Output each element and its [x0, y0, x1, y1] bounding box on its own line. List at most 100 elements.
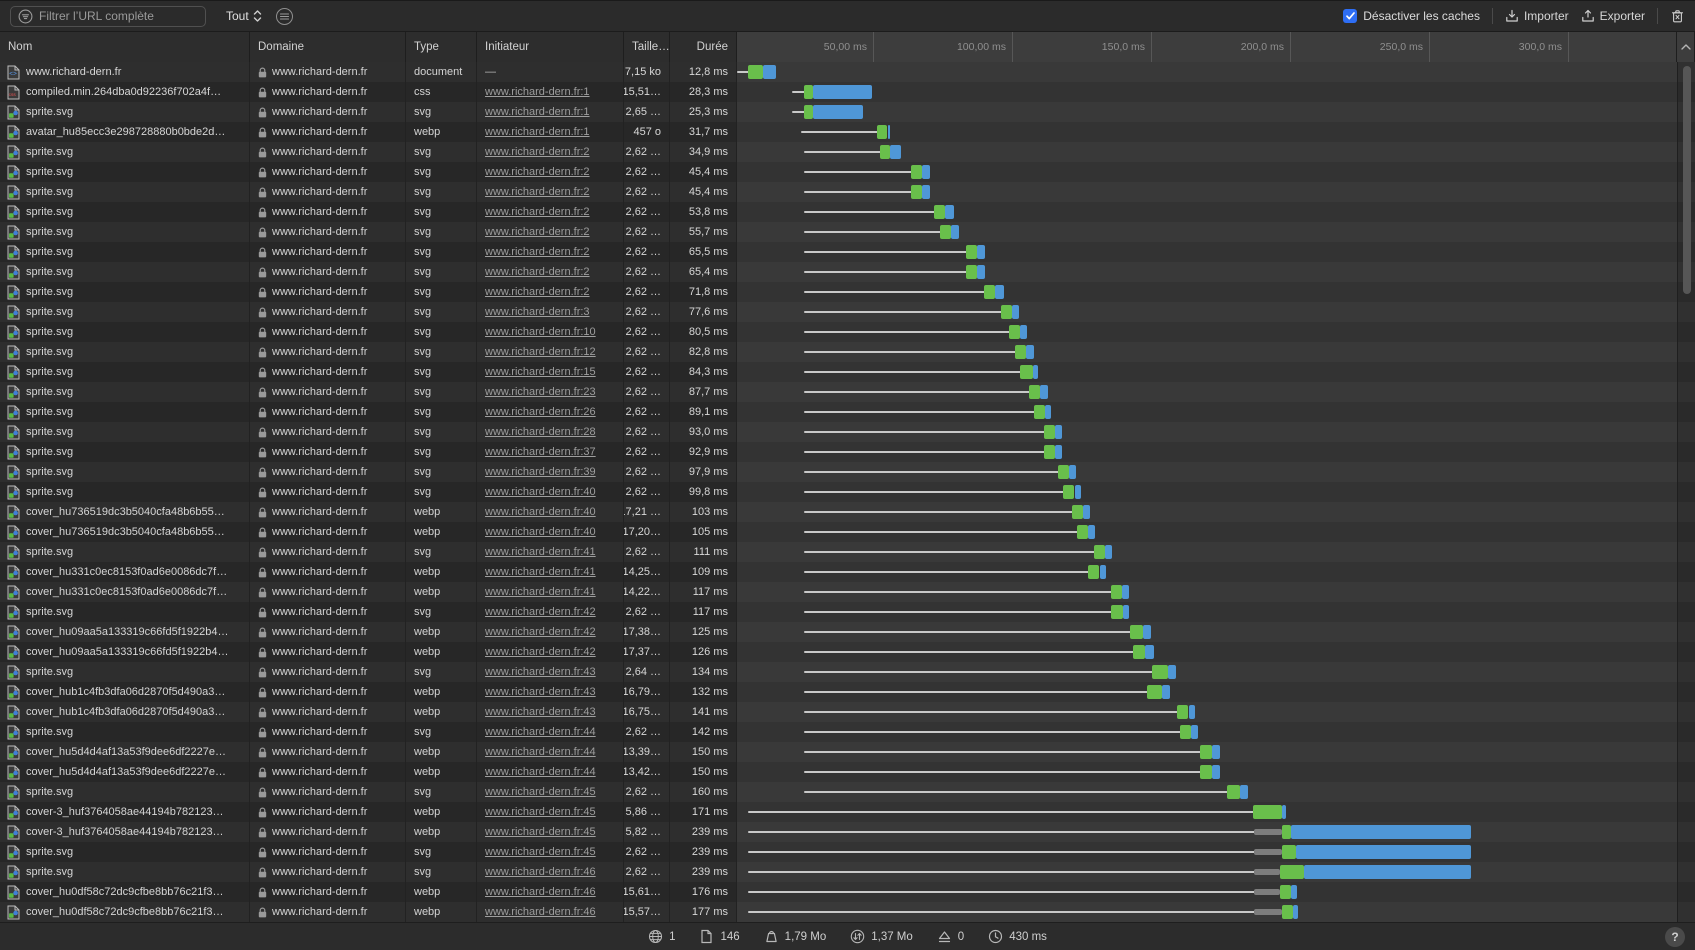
initiator-link[interactable]: www.richard-dern.fr:40	[485, 526, 596, 538]
table-row[interactable]: sprite.svgwww.richard-dern.frsvgwww.rich…	[0, 602, 1695, 622]
waterfall-cell[interactable]	[737, 602, 1677, 622]
scrollbar-track[interactable]	[1677, 822, 1695, 842]
waterfall-cell[interactable]	[737, 902, 1677, 922]
initiator-link[interactable]: www.richard-dern.fr:2	[485, 266, 590, 278]
waterfall-cell[interactable]	[737, 362, 1677, 382]
waterfall-cell[interactable]	[737, 442, 1677, 462]
initiator-link[interactable]: www.richard-dern.fr:2	[485, 146, 590, 158]
initiator-link[interactable]: www.richard-dern.fr:42	[485, 626, 596, 638]
initiator-link[interactable]: www.richard-dern.fr:45	[485, 806, 596, 818]
waterfall-cell[interactable]	[737, 162, 1677, 182]
waterfall-cell[interactable]	[737, 542, 1677, 562]
disable-caches-checkbox[interactable]	[1343, 9, 1357, 23]
table-row[interactable]: cover-3_huf3764058ae44194b782123…www.ric…	[0, 802, 1695, 822]
disable-caches-control[interactable]: Désactiver les caches	[1343, 9, 1480, 23]
resource-name-cell[interactable]: sprite.svg	[0, 482, 250, 502]
scrollbar-track[interactable]	[1677, 842, 1695, 862]
resource-name-cell[interactable]: sprite.svg	[0, 662, 250, 682]
initiator-link[interactable]: www.richard-dern.fr:43	[485, 686, 596, 698]
column-header-domaine[interactable]: Domaine	[250, 32, 406, 62]
waterfall-cell[interactable]	[737, 522, 1677, 542]
initiator-link[interactable]: www.richard-dern.fr:46	[485, 886, 596, 898]
scrollbar-track[interactable]	[1677, 762, 1695, 782]
scrollbar-track[interactable]	[1677, 662, 1695, 682]
table-row[interactable]: sprite.svgwww.richard-dern.frsvgwww.rich…	[0, 242, 1695, 262]
table-row[interactable]: sprite.svgwww.richard-dern.frsvgwww.rich…	[0, 782, 1695, 802]
table-row[interactable]: sprite.svgwww.richard-dern.frsvgwww.rich…	[0, 722, 1695, 742]
initiator-link[interactable]: www.richard-dern.fr:41	[485, 566, 596, 578]
table-row[interactable]: sprite.svgwww.richard-dern.frsvgwww.rich…	[0, 202, 1695, 222]
resource-name-cell[interactable]: cover_hu09aa5a133319c66fd5f1922b4…	[0, 622, 250, 642]
initiator-link[interactable]: www.richard-dern.fr:43	[485, 706, 596, 718]
table-row[interactable]: cover_hub1c4fb3dfa06d2870f5d490a3…www.ri…	[0, 702, 1695, 722]
scrollbar-track[interactable]	[1677, 742, 1695, 762]
resource-name-cell[interactable]: <>www.richard-dern.fr	[0, 62, 250, 82]
table-row[interactable]: sprite.svgwww.richard-dern.frsvgwww.rich…	[0, 542, 1695, 562]
scrollbar-track[interactable]	[1677, 682, 1695, 702]
table-row[interactable]: sprite.svgwww.richard-dern.frsvgwww.rich…	[0, 402, 1695, 422]
scrollbar-thumb[interactable]	[1683, 66, 1691, 294]
waterfall-cell[interactable]	[737, 262, 1677, 282]
url-filter-input[interactable]	[39, 9, 189, 23]
table-row[interactable]: sprite.svgwww.richard-dern.frsvgwww.rich…	[0, 102, 1695, 122]
initiator-link[interactable]: www.richard-dern.fr:41	[485, 586, 596, 598]
table-row[interactable]: sprite.svgwww.richard-dern.frsvgwww.rich…	[0, 342, 1695, 362]
initiator-link[interactable]: www.richard-dern.fr:10	[485, 326, 596, 338]
initiator-link[interactable]: www.richard-dern.fr:15	[485, 366, 596, 378]
resource-name-cell[interactable]: sprite.svg	[0, 202, 250, 222]
timeline-header[interactable]: 50,00 ms100,00 ms150,0 ms200,0 ms250,0 m…	[737, 32, 1677, 62]
waterfall-cell[interactable]	[737, 82, 1677, 102]
waterfall-cell[interactable]	[737, 642, 1677, 662]
waterfall-cell[interactable]	[737, 202, 1677, 222]
resource-name-cell[interactable]: sprite.svg	[0, 322, 250, 342]
initiator-link[interactable]: www.richard-dern.fr:23	[485, 386, 596, 398]
scrollbar-track[interactable]	[1677, 322, 1695, 342]
table-row[interactable]: cover-3_huf3764058ae44194b782123…www.ric…	[0, 822, 1695, 842]
resource-name-cell[interactable]: cover_hu331c0ec8153f0ad6e0086dc7f…	[0, 582, 250, 602]
waterfall-cell[interactable]	[737, 322, 1677, 342]
table-row[interactable]: cover_hu736519dc3b5040cfa48b6b55…www.ric…	[0, 522, 1695, 542]
resource-name-cell[interactable]: sprite.svg	[0, 362, 250, 382]
table-row[interactable]: cover_hu0df58c72dc9cfbe8bb76c21f3… www.ri…	[0, 882, 1695, 902]
table-row[interactable]: sprite.svgwww.richard-dern.frsvgwww.rich…	[0, 142, 1695, 162]
initiator-link[interactable]: www.richard-dern.fr:1	[485, 126, 590, 138]
waterfall-cell[interactable]	[737, 242, 1677, 262]
waterfall-cell[interactable]	[737, 762, 1677, 782]
resource-name-cell[interactable]: sprite.svg	[0, 242, 250, 262]
help-button[interactable]: ?	[1665, 927, 1685, 947]
resource-name-cell[interactable]: sprite.svg	[0, 342, 250, 362]
resource-name-cell[interactable]: sprite.svg	[0, 602, 250, 622]
table-row[interactable]: <>www.richard-dern.frwww.richard-dern.fr…	[0, 62, 1695, 82]
resource-name-cell[interactable]: cover_hu0df58c72dc9cfbe8bb76c21f3…	[0, 882, 250, 902]
waterfall-cell[interactable]	[737, 882, 1677, 902]
table-row[interactable]: sprite.svgwww.richard-dern.frsvgwww.rich…	[0, 842, 1695, 862]
waterfall-cell[interactable]	[737, 482, 1677, 502]
column-header-duree[interactable]: Durée	[670, 32, 737, 62]
scrollbar-track[interactable]	[1677, 622, 1695, 642]
table-row[interactable]: sprite.svgwww.richard-dern.frsvgwww.rich…	[0, 182, 1695, 202]
resource-name-cell[interactable]: sprite.svg	[0, 182, 250, 202]
resource-name-cell[interactable]: sprite.svg	[0, 862, 250, 882]
waterfall-cell[interactable]	[737, 582, 1677, 602]
waterfall-cell[interactable]	[737, 722, 1677, 742]
waterfall-cell[interactable]	[737, 282, 1677, 302]
initiator-link[interactable]: www.richard-dern.fr:44	[485, 766, 596, 778]
scroll-up-arrow[interactable]	[1677, 32, 1695, 62]
column-header-type[interactable]: Type	[406, 32, 477, 62]
initiator-link[interactable]: www.richard-dern.fr:40	[485, 486, 596, 498]
initiator-link[interactable]: www.richard-dern.fr:2	[485, 286, 590, 298]
scrollbar-track[interactable]	[1677, 702, 1695, 722]
initiator-link[interactable]: www.richard-dern.fr:2	[485, 246, 590, 258]
scrollbar-track[interactable]	[1677, 462, 1695, 482]
waterfall-cell[interactable]	[737, 822, 1677, 842]
waterfall-cell[interactable]	[737, 862, 1677, 882]
resource-name-cell[interactable]: sprite.svg	[0, 102, 250, 122]
table-row[interactable]: sprite.svgwww.richard-dern.frsvgwww.rich…	[0, 282, 1695, 302]
table-row[interactable]: sprite.svgwww.richard-dern.frsvgwww.rich…	[0, 362, 1695, 382]
table-row[interactable]: sprite.svgwww.richard-dern.frsvgwww.rich…	[0, 222, 1695, 242]
table-row[interactable]: cover_hu331c0ec8153f0ad6e0086dc7f…www.ri…	[0, 562, 1695, 582]
scrollbar-track[interactable]	[1677, 642, 1695, 662]
table-row[interactable]: cover_hu5d4d4af13a53f9dee6df2227e…www.ri…	[0, 742, 1695, 762]
table-row[interactable]: sprite.svgwww.richard-dern.frsvgwww.rich…	[0, 382, 1695, 402]
resource-name-cell[interactable]: sprite.svg	[0, 142, 250, 162]
